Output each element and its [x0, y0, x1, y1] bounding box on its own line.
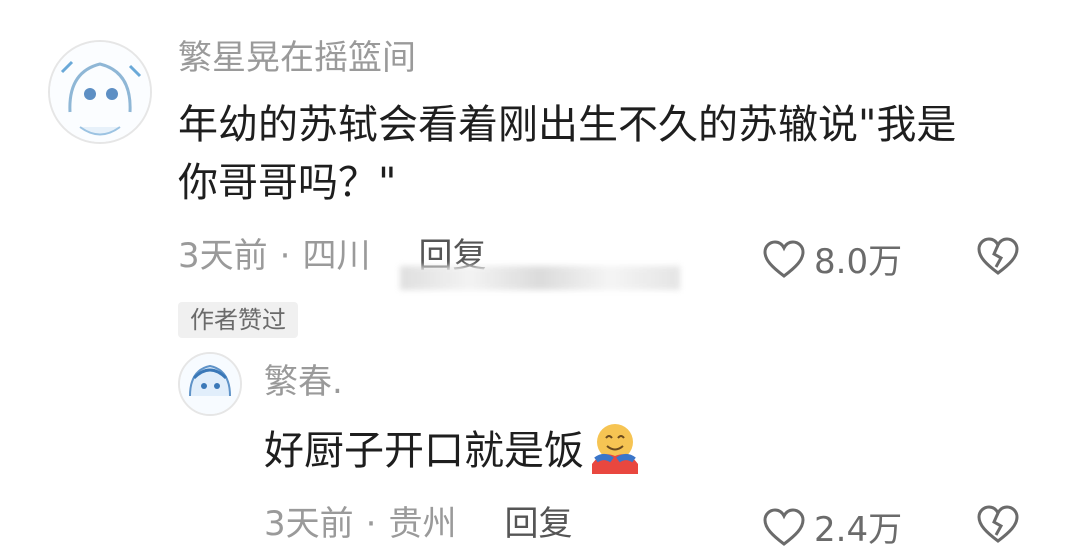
avatar-illustration: [180, 354, 240, 414]
broken-heart-icon[interactable]: [976, 236, 1020, 276]
comment-text-line: 年幼的苏轼会看着刚出生不久的苏辙说"我是: [178, 102, 957, 148]
reply-button[interactable]: 回复: [504, 504, 572, 544]
reply-time: 3天前: [264, 504, 354, 544]
reply-text: 好厨子开口就是饭: [264, 420, 964, 480]
avatar-illustration: [50, 42, 150, 142]
like-count: 2.4万: [814, 510, 903, 550]
avatar[interactable]: [48, 40, 152, 144]
like-button[interactable]: 2.4万: [762, 502, 902, 551]
blurred-overlay: [400, 266, 680, 290]
separator-dot: ·: [279, 236, 291, 276]
author-liked-badge: 作者赞过: [178, 302, 298, 338]
avatar[interactable]: [178, 352, 242, 416]
reply-username[interactable]: 繁春.: [264, 362, 343, 402]
like-button[interactable]: 8.0万: [762, 234, 902, 283]
comment-location: 四川: [302, 236, 371, 276]
broken-heart-icon[interactable]: [976, 504, 1020, 544]
separator-dot: ·: [365, 504, 377, 544]
heart-icon: [763, 507, 805, 546]
reply-meta: 3天前 · 贵州 回复: [264, 504, 572, 544]
hugging-face-emoji: [592, 424, 638, 474]
comment-username[interactable]: 繁星晃在摇篮间: [178, 38, 416, 78]
reply-text-content: 好厨子开口就是饭: [264, 428, 584, 474]
like-count: 8.0万: [814, 242, 903, 282]
comment-text: 年幼的苏轼会看着刚出生不久的苏辙说"我是 你哥哥吗？": [178, 96, 1048, 212]
comment-time: 3天前: [178, 236, 268, 276]
reply-location: 贵州: [388, 504, 457, 544]
comment-text-line: 你哥哥吗？": [178, 160, 397, 206]
heart-icon: [763, 239, 805, 278]
